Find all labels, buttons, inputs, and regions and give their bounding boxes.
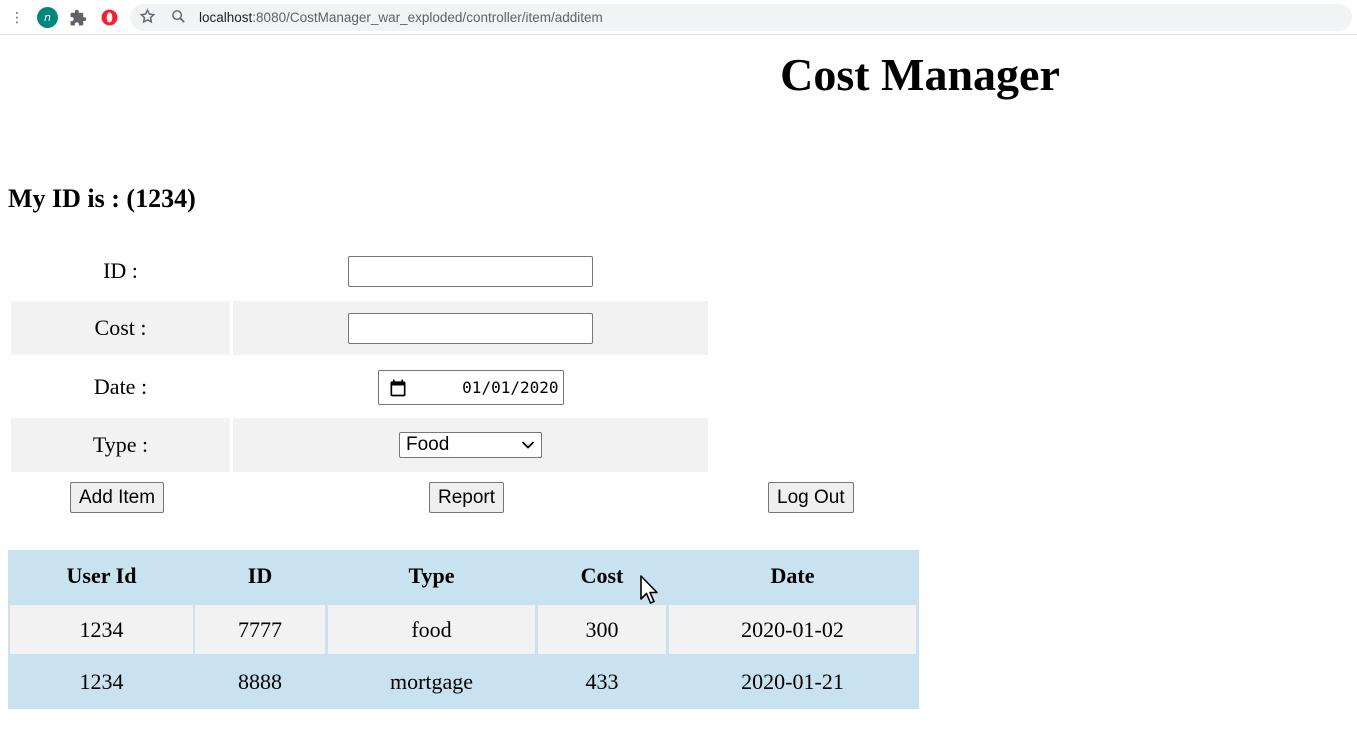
cell-id: 8888 [238, 668, 282, 694]
opera-icon[interactable] [100, 8, 119, 27]
user-id-heading: My ID is : (1234) [8, 184, 196, 213]
header-user-id: User Id [66, 563, 137, 588]
date-label: Date : [93, 374, 148, 399]
mouse-cursor-icon [640, 575, 658, 604]
log-out-button[interactable]: Log Out [768, 482, 854, 513]
puzzle-icon[interactable] [69, 9, 87, 27]
cell-date: 2020-01-21 [741, 668, 844, 694]
cost-label: Cost : [11, 301, 230, 355]
items-table: User Id ID Type Cost Date 1234 7777 food… [8, 550, 919, 709]
header-date: Date [770, 563, 815, 588]
chevron-down-icon [521, 441, 535, 449]
type-selected-value: Food [406, 434, 450, 455]
id-label: ID : [103, 258, 138, 283]
date-value: 01/01/2020 [462, 377, 559, 397]
header-id: ID [247, 563, 273, 588]
header-type: Type [408, 563, 455, 588]
id-input[interactable] [348, 255, 593, 287]
type-select[interactable]: Food [399, 432, 542, 458]
table-header-row: User Id ID Type Cost Date [8, 550, 919, 602]
table-row: 1234 8888 mortgage 433 2020-01-21 [8, 656, 919, 707]
menu-dots-icon[interactable]: ⋮ [10, 9, 24, 27]
date-input[interactable]: 01/01/2020 [377, 369, 564, 405]
type-label: Type : [11, 418, 230, 472]
cell-cost: 433 [585, 668, 619, 694]
form-row-cost: Cost : [9, 301, 710, 355]
browser-toolbar: ⋮ n localhost:8080/CostManager_war_explo… [0, 0, 1357, 35]
star-icon[interactable] [139, 8, 156, 25]
url-text[interactable]: localhost:8080/CostManager_war_exploded/… [199, 8, 603, 27]
site-info-icon[interactable] [170, 8, 187, 25]
cell-date: 2020-01-02 [669, 605, 916, 654]
table-row: 1234 7777 food 300 2020-01-02 [8, 605, 919, 654]
cell-type: mortgage [389, 668, 474, 694]
form-row-id: ID : [9, 244, 710, 298]
report-button[interactable]: Report [429, 482, 505, 513]
url-host: localhost [199, 10, 253, 25]
form-row-type: Type : Food [9, 418, 710, 472]
cell-cost: 300 [538, 605, 666, 654]
url-path: :8080/CostManager_war_exploded/controlle… [252, 10, 603, 25]
n-extension-icon[interactable]: n [37, 7, 58, 28]
cell-user-id: 1234 [79, 668, 124, 694]
page-title: Cost Manager [780, 49, 1060, 100]
calendar-icon[interactable] [388, 378, 408, 398]
cost-cell [233, 301, 708, 355]
cell-user-id: 1234 [10, 605, 193, 654]
cell-type: food [328, 605, 535, 654]
form-row-date: Date : 01/01/2020 [9, 360, 710, 414]
cell-id: 7777 [195, 605, 325, 654]
id-cell [233, 244, 708, 298]
cost-input[interactable] [348, 312, 593, 344]
type-cell: Food [233, 418, 708, 472]
add-item-button[interactable]: Add Item [70, 482, 165, 513]
date-cell: 01/01/2020 [233, 360, 708, 414]
